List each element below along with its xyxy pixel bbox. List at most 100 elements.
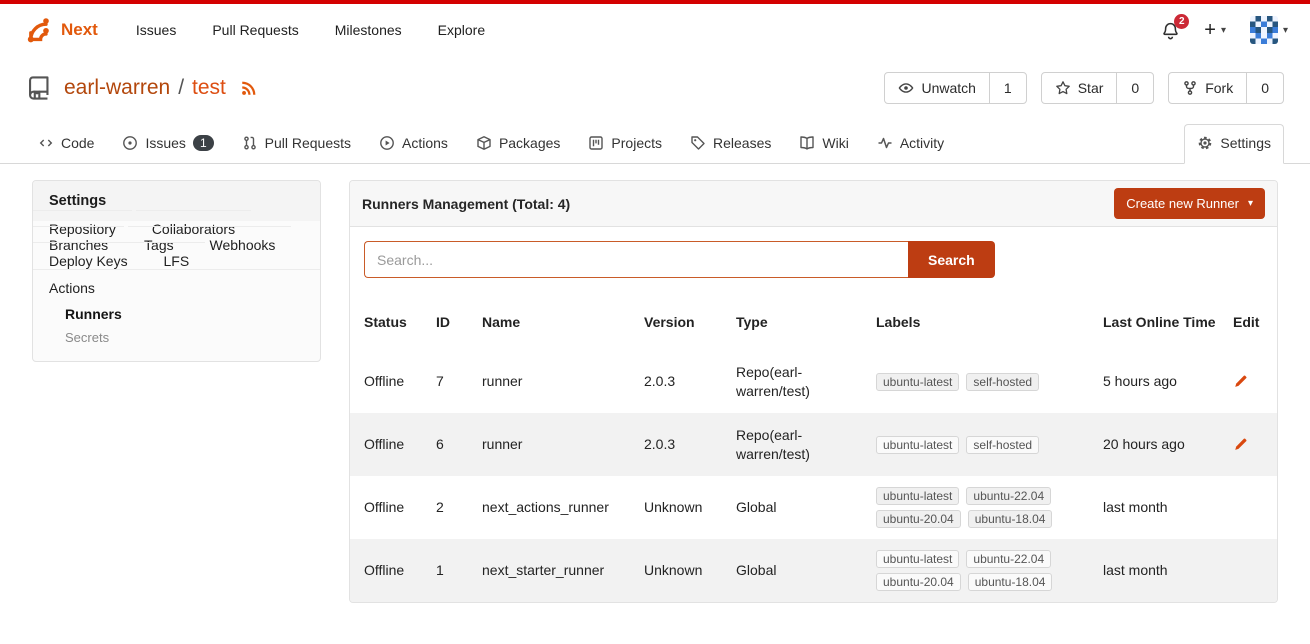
label-badge: self-hosted bbox=[966, 373, 1039, 391]
repo-owner-link[interactable]: earl-warren bbox=[64, 76, 170, 100]
label-badge: ubuntu-18.04 bbox=[968, 573, 1053, 591]
label-badge: ubuntu-22.04 bbox=[966, 550, 1051, 568]
runner-status: Offline bbox=[364, 435, 424, 454]
pencil-icon bbox=[1233, 374, 1263, 389]
tab-label: Projects bbox=[611, 135, 662, 151]
brand-home-link[interactable]: Next bbox=[22, 15, 98, 45]
tab-pull-requests[interactable]: Pull Requests bbox=[230, 125, 363, 163]
settings-sidebar: Settings Repository Collaborators Branch… bbox=[32, 180, 321, 362]
tab-activity[interactable]: Activity bbox=[865, 125, 956, 163]
user-menu-dropdown[interactable]: ▾ bbox=[1250, 16, 1288, 44]
runner-type: Repo(earl-warren/test) bbox=[736, 426, 864, 464]
runner-type: Repo(earl-warren/test) bbox=[736, 363, 864, 401]
edit-runner-button[interactable] bbox=[1233, 437, 1263, 452]
navbar-links: Issues Pull Requests Milestones Explore bbox=[136, 22, 485, 38]
fork-button-group: Fork 0 bbox=[1168, 72, 1284, 104]
nav-item-pull-requests[interactable]: Pull Requests bbox=[212, 22, 298, 38]
fork-icon bbox=[1182, 80, 1198, 96]
runner-last-online: 5 hours ago bbox=[1103, 372, 1221, 391]
repo-header: earl-warren / test Unwa bbox=[0, 56, 1310, 118]
avatar bbox=[1250, 16, 1278, 44]
code-icon bbox=[38, 135, 54, 151]
runner-name: next_actions_runner bbox=[482, 498, 632, 517]
plus-icon: + bbox=[1204, 20, 1216, 40]
sidebar-item-lfs[interactable]: LFS bbox=[147, 242, 205, 279]
label-badge: ubuntu-latest bbox=[876, 550, 959, 568]
col-edit: Edit bbox=[1233, 313, 1263, 332]
runner-id: 1 bbox=[436, 561, 470, 580]
sidebar-item-secrets[interactable]: Secrets bbox=[33, 326, 320, 349]
edit-runner-button[interactable] bbox=[1233, 374, 1263, 389]
label-badge: ubuntu-22.04 bbox=[966, 487, 1051, 505]
tab-packages[interactable]: Packages bbox=[464, 125, 572, 163]
label-badge: self-hosted bbox=[966, 436, 1039, 454]
fork-button[interactable]: Fork bbox=[1169, 73, 1246, 103]
tab-label: Releases bbox=[713, 135, 771, 151]
label-badge: ubuntu-latest bbox=[876, 487, 959, 505]
runner-labels: ubuntu-latest self-hosted bbox=[876, 373, 1066, 391]
sidebar-group-actions: Actions Runners Secrets bbox=[33, 269, 320, 361]
col-id: ID bbox=[436, 313, 470, 332]
nav-item-explore[interactable]: Explore bbox=[438, 22, 485, 38]
project-board-icon bbox=[588, 135, 604, 151]
tag-icon bbox=[690, 135, 706, 151]
sidebar-item-actions[interactable]: Actions bbox=[33, 280, 320, 302]
runner-type: Global bbox=[736, 561, 864, 580]
rss-feed-icon[interactable] bbox=[240, 79, 258, 97]
star-button[interactable]: Star bbox=[1042, 73, 1117, 103]
repo-title: earl-warren / test bbox=[64, 76, 226, 100]
unwatch-label: Unwatch bbox=[921, 80, 975, 96]
runner-labels: ubuntu-latest self-hosted bbox=[876, 436, 1066, 454]
tab-label: Wiki bbox=[822, 135, 848, 151]
top-navbar: Next Issues Pull Requests Milestones Exp… bbox=[0, 4, 1310, 56]
runner-id: 6 bbox=[436, 435, 470, 454]
col-name: Name bbox=[482, 313, 632, 332]
label-badge: ubuntu-20.04 bbox=[876, 573, 961, 591]
repo-tabbar: Code Issues 1 Pull Requests bbox=[0, 118, 1310, 164]
tab-releases[interactable]: Releases bbox=[678, 125, 783, 163]
star-label: Star bbox=[1078, 80, 1104, 96]
label-badge: ubuntu-20.04 bbox=[876, 510, 961, 528]
runner-name: next_starter_runner bbox=[482, 561, 632, 580]
search-input[interactable] bbox=[364, 241, 908, 278]
tab-actions[interactable]: Actions bbox=[367, 125, 460, 163]
create-runner-button[interactable]: Create new Runner ▾ bbox=[1114, 188, 1265, 219]
notification-count-badge: 2 bbox=[1174, 14, 1189, 29]
sidebar-item-runners[interactable]: Runners bbox=[33, 302, 320, 326]
notifications-button[interactable]: 2 bbox=[1161, 21, 1180, 40]
repo-icon bbox=[26, 75, 52, 101]
tab-settings[interactable]: Settings bbox=[1184, 124, 1284, 164]
watchers-count[interactable]: 1 bbox=[989, 73, 1026, 103]
brand-name: Next bbox=[61, 20, 98, 40]
fork-label: Fork bbox=[1205, 80, 1233, 96]
nav-item-issues[interactable]: Issues bbox=[136, 22, 176, 38]
table-row: Offline 6 runner 2.0.3 Repo(earl-warren/… bbox=[350, 413, 1277, 476]
tab-label: Settings bbox=[1220, 135, 1271, 151]
navbar-right: 2 + ▾ bbox=[1161, 16, 1288, 44]
runners-panel: Runners Management (Total: 4) Create new… bbox=[349, 180, 1278, 603]
tab-issues[interactable]: Issues 1 bbox=[110, 125, 225, 163]
nav-item-milestones[interactable]: Milestones bbox=[335, 22, 402, 38]
tab-wiki[interactable]: Wiki bbox=[787, 125, 860, 163]
tab-projects[interactable]: Projects bbox=[576, 125, 674, 163]
page: Next Issues Pull Requests Milestones Exp… bbox=[0, 0, 1310, 603]
stars-count[interactable]: 0 bbox=[1116, 73, 1153, 103]
forks-count[interactable]: 0 bbox=[1246, 73, 1283, 103]
repo-action-buttons: Unwatch 1 Star 0 bbox=[884, 72, 1284, 104]
sidebar-item-webhooks[interactable]: Webhooks bbox=[194, 226, 292, 263]
pulse-icon bbox=[877, 135, 893, 151]
runner-id: 7 bbox=[436, 372, 470, 391]
repo-name-link[interactable]: test bbox=[192, 76, 226, 100]
create-new-dropdown[interactable]: + ▾ bbox=[1204, 20, 1226, 40]
runner-last-online: last month bbox=[1103, 498, 1221, 517]
sidebar-item-deploy-keys[interactable]: Deploy Keys bbox=[33, 242, 144, 279]
panel-title: Runners Management (Total: 4) bbox=[362, 196, 570, 212]
runner-version: 2.0.3 bbox=[644, 435, 724, 454]
unwatch-button[interactable]: Unwatch bbox=[885, 73, 988, 103]
panel-body: Search Status ID Name Version Type Label… bbox=[350, 227, 1277, 602]
search-button[interactable]: Search bbox=[908, 241, 995, 278]
runner-type: Global bbox=[736, 498, 864, 517]
eye-icon bbox=[898, 80, 914, 96]
col-version: Version bbox=[644, 313, 724, 332]
tab-code[interactable]: Code bbox=[26, 125, 106, 163]
